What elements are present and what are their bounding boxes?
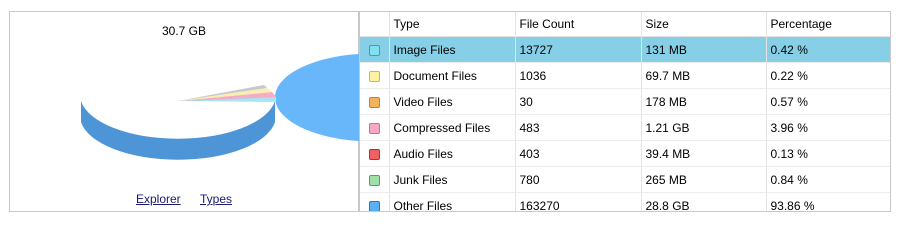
table-row[interactable]: Document Files 1036 69.7 MB 0.22 % — [360, 62, 890, 89]
color-swatch-icon — [368, 96, 380, 108]
row-size: 131 MB — [641, 36, 767, 63]
row-size: 28.8 GB — [641, 192, 767, 211]
header-file-count[interactable]: File Count — [515, 12, 642, 37]
table-row[interactable]: Image Files 13727 131 MB 0.42 % — [360, 36, 890, 63]
color-swatch-icon — [368, 122, 380, 134]
row-percentage: 0.42 % — [766, 36, 890, 63]
color-swatch-icon — [368, 148, 380, 160]
row-percentage: 3.96 % — [766, 114, 890, 141]
row-type: Document Files — [389, 62, 516, 89]
table-header-row: Type File Count Size Percentage — [360, 12, 890, 37]
row-size: 39.4 MB — [641, 140, 767, 167]
row-color-swatch-cell — [360, 114, 390, 141]
chart-panel: 30.7 GB Explorer Types — [9, 11, 360, 212]
pie-side-main — [81, 101, 275, 160]
row-file-count: 780 — [515, 166, 642, 193]
color-swatch-icon — [368, 200, 380, 211]
header-size[interactable]: Size — [641, 12, 767, 37]
table-row[interactable]: Video Files 30 178 MB 0.57 % — [360, 88, 890, 115]
row-file-count: 13727 — [515, 36, 642, 63]
row-percentage: 93.86 % — [766, 192, 890, 211]
row-file-count: 483 — [515, 114, 642, 141]
color-swatch-icon — [368, 44, 380, 56]
row-type: Audio Files — [389, 140, 516, 167]
row-size: 265 MB — [641, 166, 767, 193]
color-swatch-icon — [368, 174, 380, 186]
row-file-count: 30 — [515, 88, 642, 115]
row-file-count: 403 — [515, 140, 642, 167]
table-row[interactable]: Junk Files 780 265 MB 0.84 % — [360, 166, 890, 193]
row-percentage: 0.13 % — [766, 140, 890, 167]
row-color-swatch-cell — [360, 192, 390, 211]
panel-links: Explorer Types — [10, 192, 358, 206]
row-percentage: 0.57 % — [766, 88, 890, 115]
row-size: 1.21 GB — [641, 114, 767, 141]
types-link[interactable]: Types — [200, 192, 232, 206]
row-percentage: 0.22 % — [766, 62, 890, 89]
table-row[interactable]: Audio Files 403 39.4 MB 0.13 % — [360, 140, 890, 167]
row-size: 69.7 MB — [641, 62, 767, 89]
row-type: Compressed Files — [389, 114, 516, 141]
row-file-count: 1036 — [515, 62, 642, 89]
table-row[interactable]: Other Files 163270 28.8 GB 93.86 % — [360, 192, 890, 211]
file-types-table: Type File Count Size Percentage Image Fi… — [360, 12, 890, 211]
file-type-pie-chart — [81, 53, 360, 160]
row-type: Video Files — [389, 88, 516, 115]
row-percentage: 0.84 % — [766, 166, 890, 193]
row-type: Image Files — [389, 36, 516, 63]
header-percentage[interactable]: Percentage — [766, 12, 890, 37]
row-color-swatch-cell — [360, 88, 390, 115]
row-color-swatch-cell — [360, 140, 390, 167]
row-file-count: 163270 — [515, 192, 642, 211]
row-size: 178 MB — [641, 88, 767, 115]
explorer-link[interactable]: Explorer — [136, 192, 181, 206]
file-types-table-panel: Type File Count Size Percentage Image Fi… — [359, 11, 891, 212]
row-type: Junk Files — [389, 166, 516, 193]
header-icon[interactable] — [360, 12, 390, 37]
row-color-swatch-cell — [360, 36, 390, 63]
color-swatch-icon — [368, 70, 380, 82]
header-type[interactable]: Type — [389, 12, 516, 37]
row-type: Other Files — [389, 192, 516, 211]
table-row[interactable]: Compressed Files 483 1.21 GB 3.96 % — [360, 114, 890, 141]
row-color-swatch-cell — [360, 166, 390, 193]
row-color-swatch-cell — [360, 62, 390, 89]
